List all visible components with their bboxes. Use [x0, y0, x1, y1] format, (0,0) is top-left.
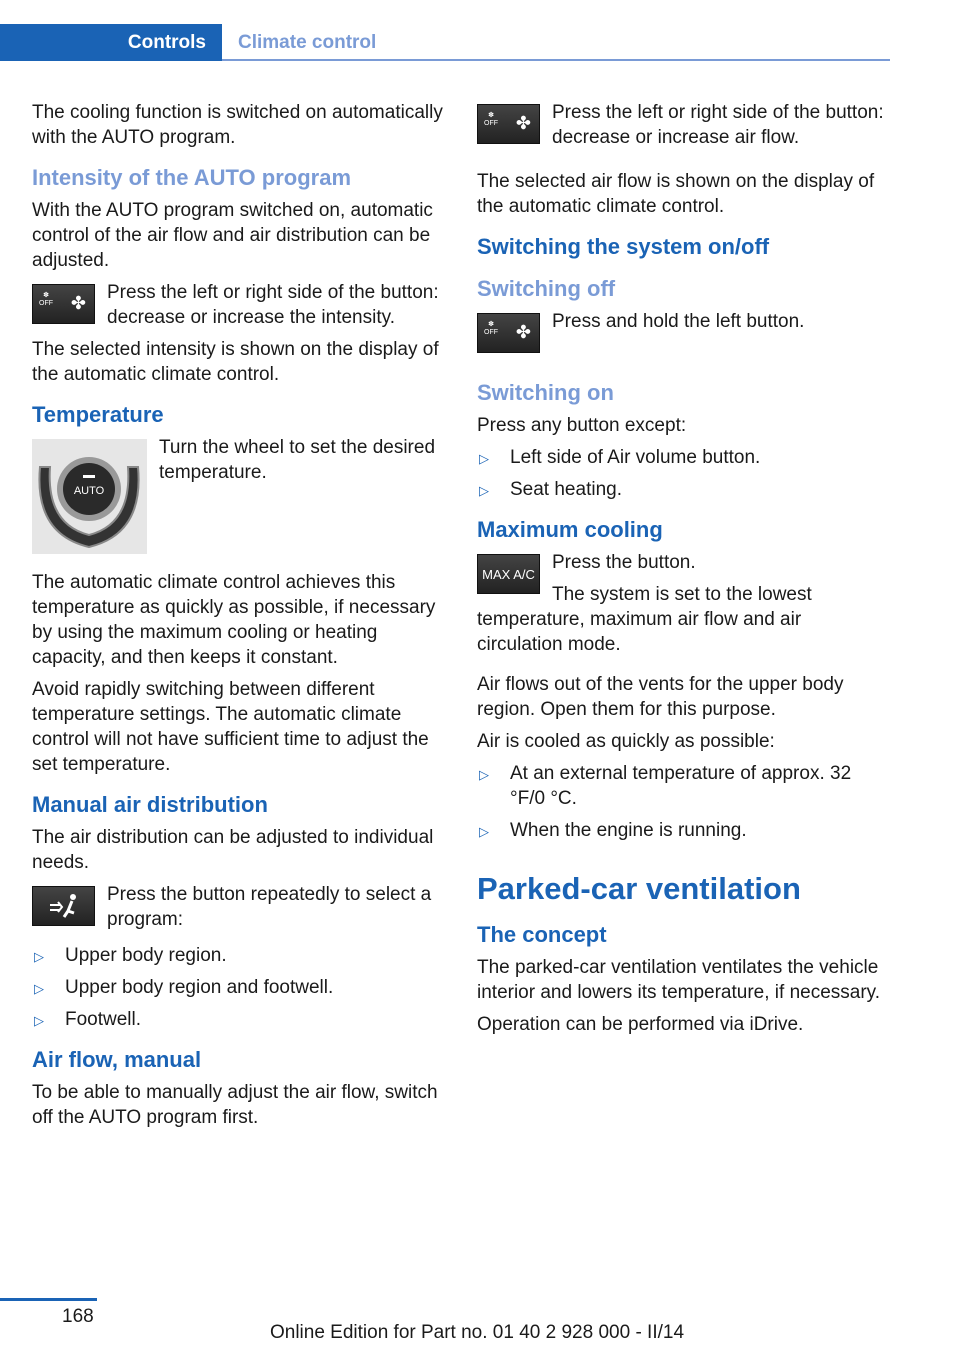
header-section: Controls	[127, 32, 206, 53]
maxcool-list: ▷ At an external temperature of approx. 3…	[477, 761, 889, 843]
switching-on-text: Press any button except:	[477, 415, 687, 436]
heading-intensity: Intensity of the AUTO program	[32, 165, 352, 190]
temperature-text-1: The automatic climate control achieves t…	[32, 572, 436, 668]
fan-off-icon: ✽ OFF	[484, 321, 498, 336]
airflow-text: To be able to manually adjust the air fl…	[32, 1082, 438, 1128]
intensity-text: With the AUTO program switched on, autom…	[32, 200, 433, 271]
heading-maximum-cooling: Maximum cooling	[477, 517, 663, 542]
list-item: ▷ When the engine is running.	[477, 818, 889, 843]
intro-text: The cooling function is switched on auto…	[32, 102, 443, 148]
list-item: ▷ Seat heating.	[477, 477, 889, 502]
fan-button-image: ✽ OFF ✤	[32, 284, 95, 324]
header-rule	[222, 59, 890, 61]
temperature-text-2: Avoid rapidly switching between differen…	[32, 679, 429, 775]
distribution-list: ▷ Upper body region. ▷ Upper body region a…	[32, 943, 444, 1032]
bullet-triangle-icon: ▷	[479, 824, 489, 839]
distribution-text: The air distribution can be adjusted to …	[32, 827, 434, 873]
concept-text: The parked-car ventilation ventilates th…	[477, 957, 881, 1003]
heading-air-flow: Air flow, manual	[32, 1047, 202, 1072]
heading-system-on-off: Switching the system on/off	[477, 234, 770, 259]
max-ac-button-image: MAX A/C	[477, 554, 540, 594]
heading-air-distribution: Manual air distribution	[32, 792, 268, 817]
fan-button-image: ✽ OFF ✤	[477, 313, 540, 353]
fan-button-image: ✽ OFF ✤	[477, 104, 540, 144]
list-item: ▷ At an external temperature of approx. 3…	[479, 763, 852, 809]
fan-icon: ✤	[515, 113, 531, 133]
bullet-triangle-icon: ▷	[34, 949, 44, 964]
switching-on-list: ▷ Left side of Air volume button. ▷ Seat h…	[477, 445, 889, 502]
air-distribution-button-image	[32, 886, 95, 926]
heading-the-concept: The concept	[477, 922, 607, 947]
fan-off-icon: ✽ OFF	[39, 292, 53, 307]
bullet-triangle-icon: ▷	[479, 767, 489, 782]
idrive-text: Operation can be performed via iDrive.	[477, 1014, 804, 1035]
right-column: ✽ OFF ✤ Press the left or right side of t…	[477, 100, 889, 1044]
list-item: ▷ Upper body region and footwell.	[32, 975, 444, 1000]
footer-rule	[0, 1298, 97, 1301]
bullet-triangle-icon: ▷	[479, 451, 489, 466]
heading-switching-on: Switching on	[477, 380, 614, 405]
fan-off-icon: ✽ OFF	[484, 112, 498, 127]
bullet-triangle-icon: ▷	[34, 1013, 44, 1028]
heading-temperature: Temperature	[32, 402, 164, 427]
maxcool-text-3: Air is cooled as quickly as possible:	[477, 731, 775, 752]
air-distribution-icon	[50, 894, 76, 918]
maxcool-text-2: Air flows out of the vents for the upper…	[477, 674, 844, 720]
temperature-wheel-image: AUTO	[32, 439, 147, 554]
heading-parked-car-ventilation: Parked-car ventilation	[477, 871, 801, 906]
heading-switching-off: Switching off	[477, 276, 616, 301]
bullet-triangle-icon: ▷	[34, 981, 44, 996]
footer-edition: Online Edition for Part no. 01 40 2 928 …	[269, 1322, 685, 1343]
bullet-triangle-icon: ▷	[479, 483, 489, 498]
intensity-display-text: The selected intensity is shown on the d…	[32, 339, 439, 385]
auto-wheel-icon: AUTO	[38, 457, 140, 549]
left-column: The cooling function is switched on auto…	[32, 100, 444, 1137]
svg-text:AUTO: AUTO	[74, 485, 105, 497]
fan-icon: ✤	[70, 293, 86, 313]
list-item: ▷ Upper body region.	[32, 943, 444, 968]
list-item: ▷ Left side of Air volume button.	[477, 445, 889, 470]
header-chapter: Climate control	[238, 32, 377, 53]
airflow-display-text: The selected air flow is shown on the di…	[477, 171, 875, 217]
list-item: ▷ Footwell.	[32, 1007, 444, 1032]
fan-icon: ✤	[515, 322, 531, 342]
